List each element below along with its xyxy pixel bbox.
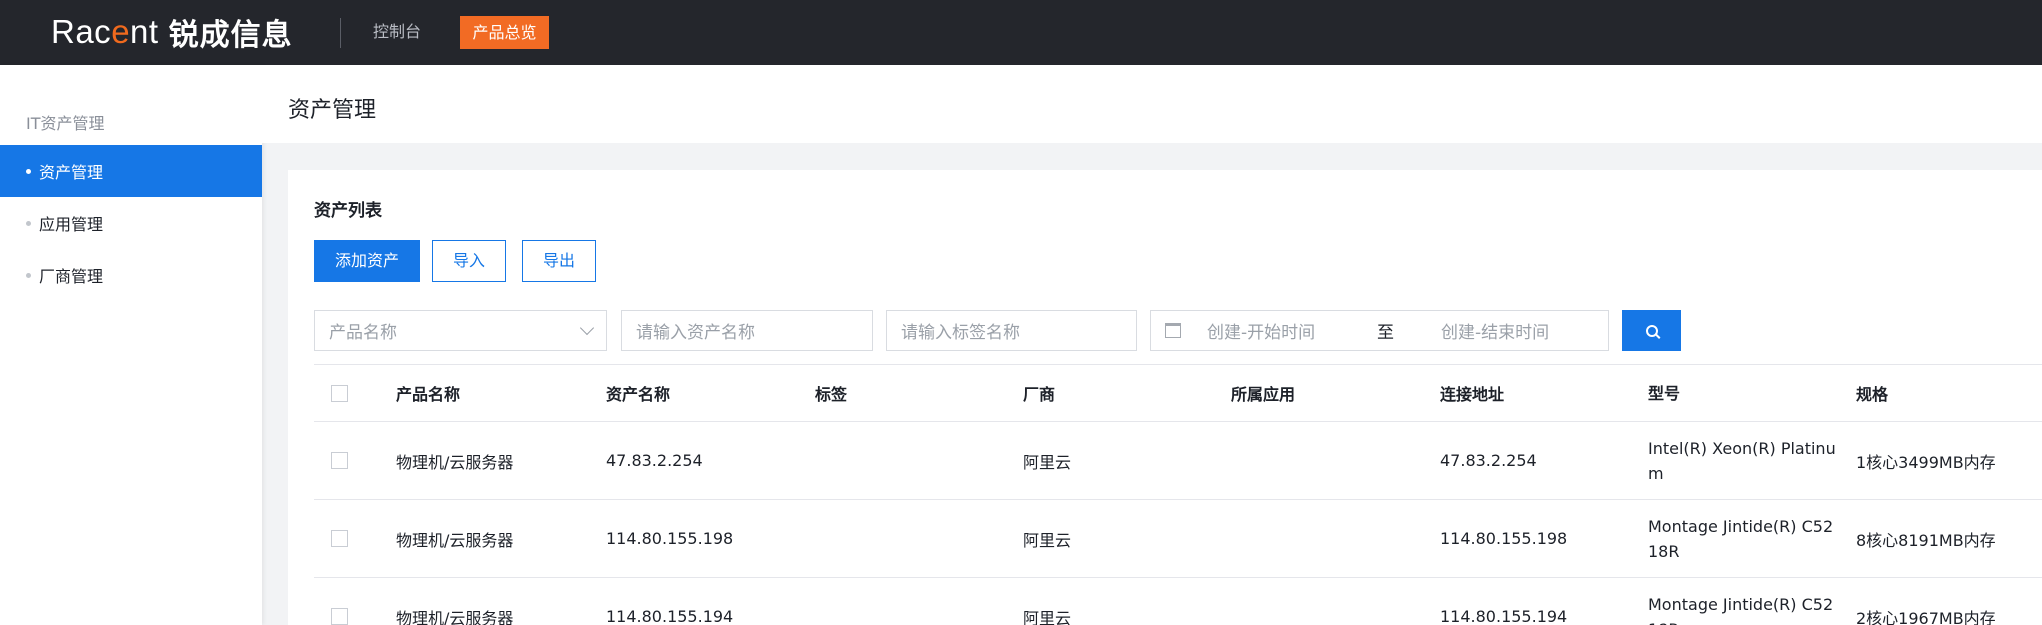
- sidebar-item-label: 应用管理: [39, 215, 104, 234]
- cell-tag: [815, 500, 1015, 577]
- search-icon: [1645, 324, 1658, 337]
- cell-model: Intel(R) Xeon(R) Platinum: [1648, 438, 1836, 483]
- asset-list-card: 资产列表 添加资产 导入 导出 产品名称 请输入资产名称 请输入标签名称 创建-…: [288, 170, 2042, 625]
- cell-vendor: 阿里云: [1023, 530, 1072, 550]
- cell-product: 物理机/云服务器: [396, 608, 514, 625]
- cell-product: 物理机/云服务器: [396, 452, 514, 472]
- product-name-select[interactable]: 产品名称: [314, 310, 607, 351]
- tag-name-input[interactable]: 请输入标签名称: [886, 310, 1137, 351]
- cell-address: 114.80.155.194: [1440, 607, 1568, 625]
- logo-chinese-name: 锐成信息: [168, 18, 293, 53]
- cell-spec: 1核心3499MB内存: [1856, 452, 1996, 472]
- cell-vendor: 阿里云: [1023, 452, 1072, 472]
- bullet-icon: [26, 220, 31, 226]
- table-header-row: 产品名称 资产名称 标签 厂商 所属应用 连接地址 型号 规格: [314, 364, 2042, 422]
- page-title: 资产管理: [288, 98, 377, 123]
- row-checkbox[interactable]: [331, 608, 348, 625]
- cell-model: Montage Jintide(R) C5218R: [1648, 516, 1834, 561]
- cell-vendor: 阿里云: [1023, 608, 1072, 625]
- sidebar-item-label: 资产管理: [39, 163, 104, 182]
- column-header: 产品名称: [396, 385, 461, 404]
- sidebar-item-asset-management[interactable]: 资产管理: [0, 145, 262, 197]
- chevron-down-icon: [579, 320, 595, 335]
- product-name-placeholder: 产品名称: [329, 323, 397, 343]
- cell-spec: 8核心8191MB内存: [1856, 530, 1996, 550]
- column-header: 连接地址: [1440, 385, 1505, 404]
- date-end-placeholder[interactable]: 创建-结束时间: [1441, 318, 1549, 343]
- cell-app: [1231, 422, 1431, 499]
- import-button[interactable]: 导入: [432, 240, 506, 282]
- bullet-icon: [26, 168, 31, 174]
- cell-address: 47.83.2.254: [1440, 451, 1537, 470]
- nav-product-overview-button[interactable]: 产品总览: [460, 16, 549, 49]
- table-row[interactable]: 物理机/云服务器 114.80.155.198 阿里云 114.80.155.1…: [314, 500, 2042, 578]
- sidebar-item-label: 厂商管理: [39, 267, 104, 286]
- date-range-separator: 至: [1377, 323, 1394, 343]
- card-title: 资产列表: [314, 201, 382, 221]
- asset-name-input[interactable]: 请输入资产名称: [621, 310, 873, 351]
- sidebar-item-app-management[interactable]: 应用管理: [0, 197, 262, 249]
- date-start-placeholder[interactable]: 创建-开始时间: [1207, 318, 1377, 343]
- calendar-icon: [1165, 323, 1181, 338]
- top-navbar: Racent 锐成信息 控制台 产品总览: [0, 0, 2042, 65]
- cell-tag: [815, 422, 1015, 499]
- cell-spec: 2核心1967MB内存: [1856, 608, 1996, 625]
- add-asset-button[interactable]: 添加资产: [314, 240, 420, 282]
- brand-logo[interactable]: Racent 锐成信息: [51, 12, 293, 53]
- cell-asset: 114.80.155.198: [606, 529, 734, 548]
- sidebar: IT资产管理 资产管理 应用管理 厂商管理: [0, 65, 262, 625]
- cell-asset: 114.80.155.194: [606, 607, 734, 625]
- table-row[interactable]: 物理机/云服务器 47.83.2.254 阿里云 47.83.2.254 Int…: [314, 422, 2042, 500]
- cell-asset: 47.83.2.254: [606, 451, 703, 470]
- page-header: 资产管理: [262, 65, 2042, 143]
- select-all-checkbox[interactable]: [331, 384, 348, 402]
- bullet-icon: [26, 272, 31, 278]
- export-button[interactable]: 导出: [522, 240, 596, 282]
- column-header: 型号: [1648, 383, 1681, 403]
- column-header: 厂商: [1023, 385, 1056, 404]
- cell-app: [1231, 578, 1431, 625]
- table-row[interactable]: 物理机/云服务器 114.80.155.194 阿里云 114.80.155.1…: [314, 578, 2042, 625]
- nav-console-link[interactable]: 控制台: [373, 20, 421, 44]
- row-checkbox[interactable]: [331, 530, 348, 547]
- cell-address: 114.80.155.198: [1440, 529, 1568, 548]
- column-header: 资产名称: [606, 385, 671, 404]
- sidebar-item-vendor-management[interactable]: 厂商管理: [0, 249, 262, 301]
- asset-table: 产品名称 资产名称 标签 厂商 所属应用 连接地址 型号 规格 物理机/云服务器…: [314, 364, 2042, 625]
- sidebar-group-title: IT资产管理: [26, 114, 105, 133]
- column-header: 标签: [815, 385, 848, 404]
- row-checkbox[interactable]: [331, 452, 348, 469]
- created-date-range-picker[interactable]: 创建-开始时间 至 创建-结束时间: [1150, 310, 1609, 351]
- topbar-divider: [340, 18, 341, 48]
- cell-product: 物理机/云服务器: [396, 530, 514, 550]
- cell-model: Montage Jintide(R) C5218R: [1648, 594, 1834, 625]
- logo-wordmark: Racent: [51, 13, 159, 50]
- cell-app: [1231, 500, 1431, 577]
- column-header: 所属应用: [1231, 385, 1296, 404]
- search-button[interactable]: [1622, 310, 1681, 351]
- cell-tag: [815, 578, 1015, 625]
- column-header: 规格: [1856, 385, 1889, 404]
